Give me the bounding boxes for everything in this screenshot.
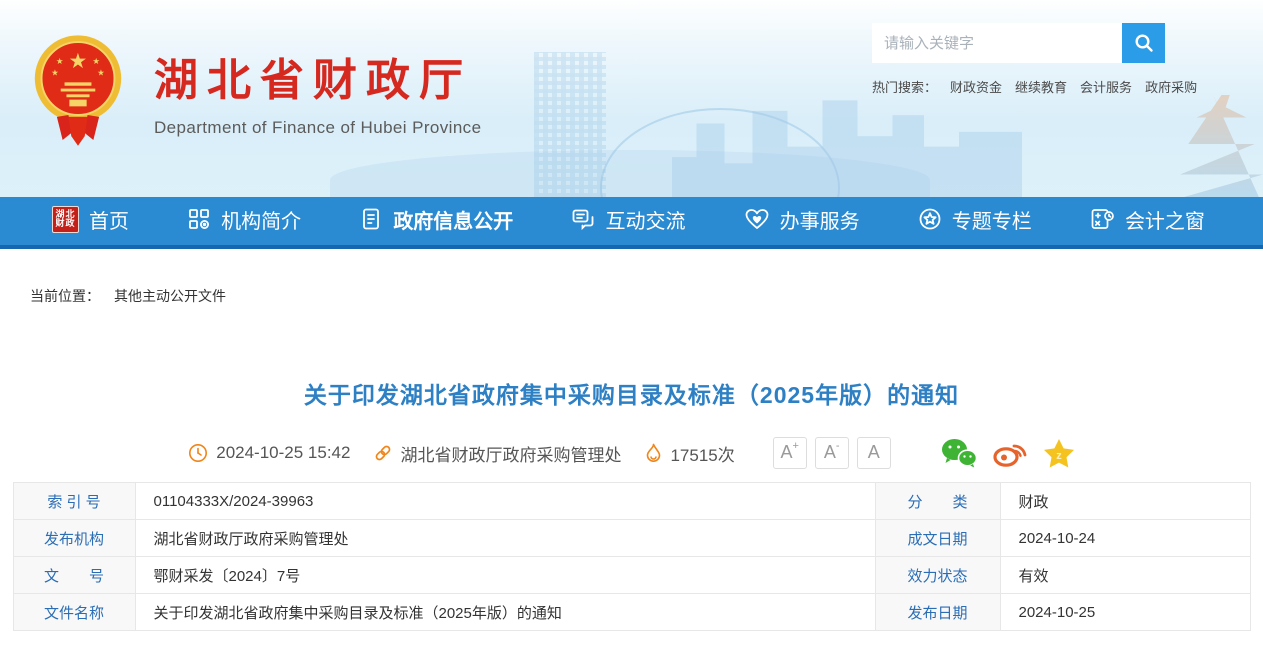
qzone-share-icon[interactable]: z bbox=[1043, 438, 1075, 468]
hot-search-bar: 热门搜索： 财政资金 继续教育 会计服务 政府采购 bbox=[872, 77, 1202, 96]
national-emblem-icon: ★ ★ ★ ★ ★ bbox=[30, 32, 126, 150]
font-size-controls: A+ A- A bbox=[773, 437, 891, 469]
document-info-table: 索 引 号 01104333X/2024-39963 分 类 财政 发布机构 湖… bbox=[13, 482, 1251, 631]
field-value: 2024-10-24 bbox=[1000, 520, 1250, 557]
field-value: 湖北省财政厅政府采购管理处 bbox=[135, 520, 875, 557]
publish-time: 2024-10-25 15:42 bbox=[216, 443, 350, 463]
nav-label: 专题专栏 bbox=[952, 205, 1032, 234]
publish-time-group: 2024-10-25 15:42 bbox=[188, 443, 350, 463]
breadcrumb-current[interactable]: 其他主动公开文件 bbox=[114, 288, 226, 304]
nav-label: 首页 bbox=[89, 205, 129, 234]
svg-text:★: ★ bbox=[51, 68, 59, 78]
font-smaller-button[interactable]: A- bbox=[815, 437, 849, 469]
field-value: 2024-10-25 bbox=[1000, 594, 1250, 631]
views-group: 17515次 bbox=[645, 441, 734, 466]
site-title: 湖北省财政厅 bbox=[154, 44, 481, 108]
font-btn-sup: - bbox=[836, 441, 840, 452]
table-row: 索 引 号 01104333X/2024-39963 分 类 财政 bbox=[13, 483, 1250, 520]
main-navigation: 湖北 财政 首页 机构简介 政府信息公开 互动交流 bbox=[0, 197, 1263, 249]
nav-item-home[interactable]: 湖北 财政 首页 bbox=[52, 195, 129, 243]
hot-search-term[interactable]: 政府采购 bbox=[1145, 77, 1197, 96]
field-value: 有效 bbox=[1000, 557, 1250, 594]
svg-text:★: ★ bbox=[92, 56, 100, 66]
calculator-icon bbox=[1090, 207, 1115, 231]
nav-item-accounting[interactable]: 会计之窗 bbox=[1090, 195, 1205, 243]
link-icon bbox=[374, 444, 392, 462]
font-btn-label: A bbox=[781, 442, 793, 463]
view-count: 17515次 bbox=[670, 441, 734, 466]
field-label: 效力状态 bbox=[875, 557, 1000, 594]
source-group: 湖北省财政厅政府采购管理处 bbox=[374, 441, 621, 466]
search-area: 热门搜索： 财政资金 继续教育 会计服务 政府采购 bbox=[872, 23, 1202, 96]
table-row: 文件名称 关于印发湖北省政府集中采购目录及标准（2025年版）的通知 发布日期 … bbox=[13, 594, 1250, 631]
hot-search-term[interactable]: 财政资金 bbox=[950, 77, 1002, 96]
nav-label: 办事服务 bbox=[780, 205, 860, 234]
site-header: ★ ★ ★ ★ ★ 湖北省财政厅 Department of Finance o… bbox=[0, 0, 1263, 197]
hot-search-term[interactable]: 会计服务 bbox=[1080, 77, 1132, 96]
brand-text: 湖北省财政厅 Department of Finance of Hubei Pr… bbox=[154, 44, 481, 138]
field-label: 成文日期 bbox=[875, 520, 1000, 557]
weibo-share-icon[interactable] bbox=[992, 438, 1028, 468]
hot-search-label: 热门搜索： bbox=[872, 77, 937, 96]
star-circle-icon bbox=[918, 207, 942, 231]
breadcrumb: 当前位置： 其他主动公开文件 bbox=[30, 286, 1263, 306]
flame-icon bbox=[645, 443, 662, 463]
clock-icon bbox=[188, 443, 208, 463]
search-button[interactable] bbox=[1122, 23, 1165, 63]
nav-item-about[interactable]: 机构简介 bbox=[187, 195, 301, 243]
svg-text:★: ★ bbox=[56, 56, 64, 66]
field-label: 索 引 号 bbox=[13, 483, 135, 520]
nav-item-gov-info[interactable]: 政府信息公开 bbox=[359, 195, 513, 243]
table-row: 文 号 鄂财采发〔2024〕7号 效力状态 有效 bbox=[13, 557, 1250, 594]
font-reset-button[interactable]: A bbox=[857, 437, 891, 469]
share-buttons: z bbox=[941, 438, 1075, 468]
svg-text:★: ★ bbox=[97, 68, 105, 78]
building-decoration bbox=[534, 52, 606, 197]
font-btn-sup: + bbox=[793, 441, 799, 452]
field-value: 01104333X/2024-39963 bbox=[135, 483, 875, 520]
field-label: 分 类 bbox=[875, 483, 1000, 520]
grid-icon bbox=[187, 207, 211, 231]
article-meta: 2024-10-25 15:42 湖北省财政厅政府采购管理处 17515次 A+… bbox=[0, 437, 1263, 469]
chat-icon bbox=[571, 207, 595, 231]
font-btn-label: A bbox=[868, 442, 880, 463]
nav-label: 政府信息公开 bbox=[393, 205, 513, 234]
search-input[interactable] bbox=[872, 23, 1122, 63]
field-value: 财政 bbox=[1000, 483, 1250, 520]
field-label: 文 号 bbox=[13, 557, 135, 594]
field-value: 关于印发湖北省政府集中采购目录及标准（2025年版）的通知 bbox=[135, 594, 875, 631]
nav-item-topics[interactable]: 专题专栏 bbox=[918, 195, 1032, 243]
field-label: 发布机构 bbox=[13, 520, 135, 557]
nav-item-services[interactable]: 办事服务 bbox=[744, 195, 860, 243]
document-icon bbox=[359, 207, 383, 231]
heart-icon bbox=[744, 207, 770, 231]
article-source: 湖北省财政厅政府采购管理处 bbox=[400, 441, 621, 466]
font-larger-button[interactable]: A+ bbox=[773, 437, 807, 469]
search-icon bbox=[1133, 32, 1155, 54]
page-title: 关于印发湖北省政府集中采购目录及标准（2025年版）的通知 bbox=[0, 376, 1263, 410]
svg-text:★: ★ bbox=[69, 50, 88, 73]
nav-item-interaction[interactable]: 互动交流 bbox=[571, 195, 685, 243]
hot-search-term[interactable]: 继续教育 bbox=[1015, 77, 1067, 96]
city-skyline-decoration bbox=[672, 92, 1022, 197]
hubei-finance-seal-icon: 湖北 财政 bbox=[52, 206, 79, 233]
bridge-decoration bbox=[600, 108, 840, 197]
wechat-share-icon[interactable] bbox=[941, 438, 977, 468]
table-row: 发布机构 湖北省财政厅政府采购管理处 成文日期 2024-10-24 bbox=[13, 520, 1250, 557]
site-title-english: Department of Finance of Hubei Province bbox=[154, 118, 481, 138]
font-btn-label: A bbox=[824, 442, 836, 463]
field-label: 文件名称 bbox=[13, 594, 135, 631]
field-label: 发布日期 bbox=[875, 594, 1000, 631]
nav-label: 机构简介 bbox=[221, 205, 301, 234]
svg-text:z: z bbox=[1056, 450, 1062, 462]
breadcrumb-label: 当前位置： bbox=[30, 288, 100, 304]
skyline-decoration bbox=[330, 150, 930, 197]
field-value: 鄂财采发〔2024〕7号 bbox=[135, 557, 875, 594]
seal-text-bottom: 财政 bbox=[55, 219, 75, 228]
site-logo[interactable]: ★ ★ ★ ★ ★ 湖北省财政厅 Department of Finance o… bbox=[30, 32, 481, 150]
nav-label: 互动交流 bbox=[605, 205, 685, 234]
pagoda-decoration bbox=[1180, 95, 1263, 197]
nav-label: 会计之窗 bbox=[1125, 205, 1205, 234]
